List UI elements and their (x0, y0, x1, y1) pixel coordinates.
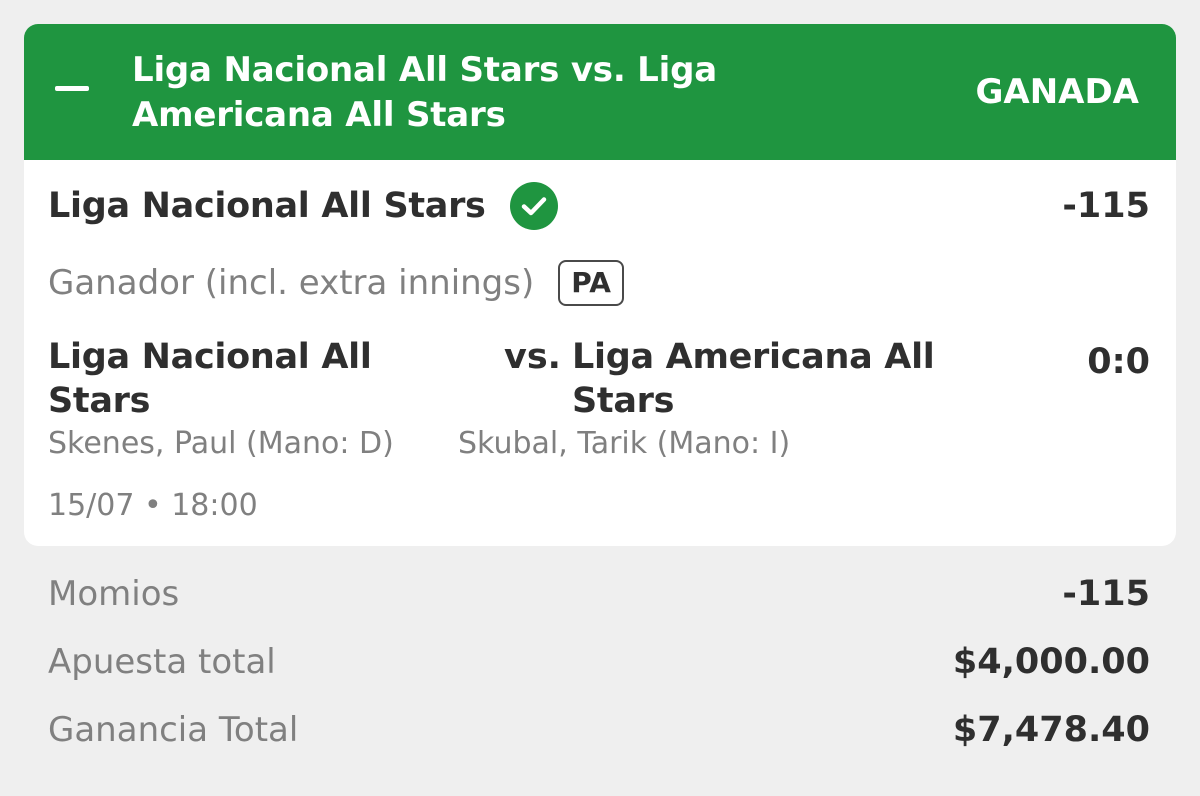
vs-label: vs. (504, 337, 561, 377)
score: 0:0 (1087, 342, 1150, 382)
home-team-name: Liga Nacional All Stars (48, 337, 372, 421)
away-pitcher: Skubal, Tarik (Mano: I) (458, 426, 791, 461)
market-row: Ganador (incl. extra innings) PA (48, 256, 624, 310)
summary-row-stake: Apuesta total $4,000.00 (48, 640, 1150, 684)
summary-row-winnings: Ganancia Total $7,478.40 (48, 708, 1150, 752)
bet-header[interactable]: Liga Nacional All Stars vs. Liga America… (24, 24, 1176, 160)
bet-status-label: GANADA (975, 72, 1139, 112)
summary-value: $4,000.00 (952, 642, 1150, 682)
event-datetime: 15/07 • 18:00 (48, 488, 258, 523)
summary-label: Momios (48, 574, 180, 614)
summary-label: Apuesta total (48, 642, 276, 682)
pa-badge: PA (558, 260, 624, 306)
summary-value: -115 (1062, 574, 1150, 614)
bet-card: Liga Nacional All Stars vs. Liga America… (24, 24, 1176, 546)
summary-label: Ganancia Total (48, 710, 299, 750)
summary-row-odds: Momios -115 (48, 572, 1150, 616)
event-title: Liga Nacional All Stars vs. Liga America… (132, 50, 717, 135)
selection-row: Liga Nacional All Stars (48, 182, 558, 230)
selection-name: Liga Nacional All Stars (48, 186, 486, 226)
selection-odds: -115 (1062, 186, 1150, 226)
summary-value: $7,478.40 (952, 710, 1150, 750)
market-name: Ganador (incl. extra innings) (48, 263, 535, 303)
away-team-name: Liga Americana All Stars (572, 337, 935, 421)
check-circle-icon (509, 182, 558, 230)
minus-icon[interactable] (55, 86, 89, 91)
home-pitcher: Skenes, Paul (Mano: D) (48, 426, 394, 461)
